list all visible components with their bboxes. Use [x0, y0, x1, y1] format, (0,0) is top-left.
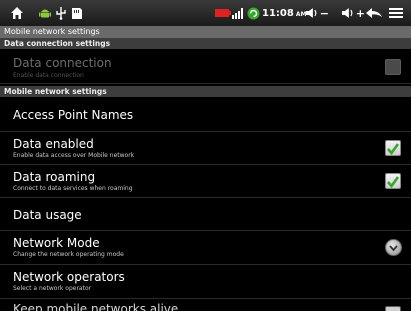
clock: 11:08 AM — [262, 0, 306, 26]
setting-title: Data usage — [13, 208, 82, 222]
setting-data-connection: Data connection Enable data connection — [0, 49, 411, 84]
setting-title: Network operators — [13, 270, 125, 284]
setting-data-enabled[interactable]: Data enabled Enable data access over Mob… — [0, 132, 411, 165]
setting-title: Data enabled — [13, 137, 94, 151]
setting-network-mode[interactable]: Network Mode Change the network operatin… — [0, 231, 411, 265]
keep-alive-checkbox[interactable] — [385, 306, 401, 311]
back-icon[interactable] — [363, 0, 385, 26]
data-connection-checkbox — [385, 59, 401, 75]
data-roaming-checkbox[interactable] — [385, 173, 401, 189]
setting-title: Data roaming — [13, 170, 96, 184]
setting-subtitle: Connect to data services when roaming — [13, 185, 133, 192]
home-icon[interactable] — [8, 0, 26, 26]
window-title: Mobile network settings — [0, 26, 411, 38]
sd-card-icon — [70, 0, 84, 26]
section-header-data-connection: Data connection settings — [0, 38, 411, 49]
section-header-mobile-network: Mobile network settings — [0, 86, 411, 97]
setting-subtitle: Enable data access over Mobile network — [13, 152, 135, 159]
setting-subtitle: Change the network operating mode — [13, 251, 124, 258]
volume-minus-label: − — [319, 6, 329, 20]
setting-keep-mobile-networks-alive[interactable]: Keep mobile networks alive — [0, 299, 411, 311]
checkmark-icon — [387, 176, 400, 189]
checkmark-icon — [387, 143, 400, 156]
setting-data-usage[interactable]: Data usage — [0, 198, 411, 231]
android-icon — [38, 0, 52, 26]
usb-icon — [54, 0, 68, 26]
setting-access-point-names[interactable]: Access Point Names — [0, 97, 411, 132]
status-bar: 11:08 AM − + — [0, 0, 411, 27]
battery-icon — [215, 0, 231, 26]
setting-subtitle: Select a network operator — [13, 285, 92, 292]
setting-subtitle: Enable data connection — [13, 72, 84, 79]
signal-bars-icon — [231, 0, 245, 26]
setting-network-operators[interactable]: Network operators Select a network opera… — [0, 265, 411, 299]
sync-icon — [246, 0, 260, 26]
menu-icon[interactable] — [388, 0, 404, 26]
chevron-down-icon[interactable] — [385, 239, 402, 256]
setting-title: Access Point Names — [13, 108, 134, 122]
clock-time: 11:08 — [262, 7, 294, 19]
setting-title: Network Mode — [13, 236, 100, 250]
volume-down-icon[interactable]: − — [305, 0, 329, 26]
data-enabled-checkbox[interactable] — [385, 140, 401, 156]
setting-data-roaming[interactable]: Data roaming Connect to data services wh… — [0, 165, 411, 198]
setting-title: Data connection — [13, 56, 112, 70]
volume-up-icon[interactable]: + — [341, 0, 365, 26]
setting-title: Keep mobile networks alive — [13, 302, 179, 311]
